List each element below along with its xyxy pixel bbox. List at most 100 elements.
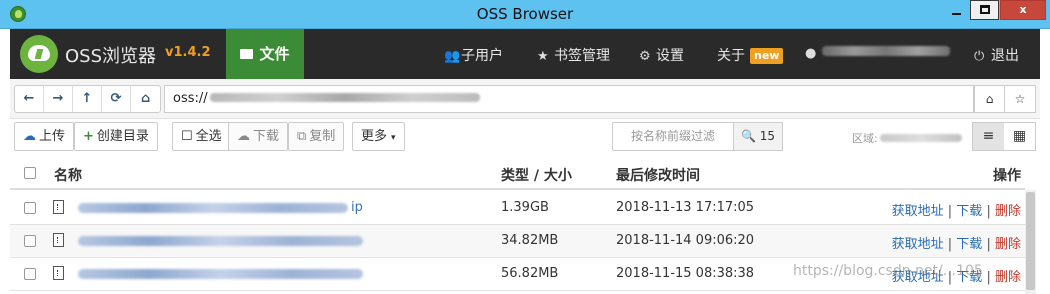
close-icon: x	[1019, 3, 1027, 16]
back-button[interactable]: ←	[15, 86, 44, 112]
table-header: 名称 类型 / 大小 最后修改时间 操作	[10, 155, 1025, 190]
maximize-icon	[980, 5, 990, 14]
search-icon: 🔍	[740, 129, 756, 143]
file-size: 1.39GB	[501, 200, 549, 215]
file-size: 56.82MB	[501, 266, 559, 281]
get-url-link[interactable]: 获取地址	[892, 237, 944, 252]
header-name: 名称	[54, 168, 82, 184]
delete-link[interactable]: 删除	[995, 270, 1021, 285]
download-link[interactable]: 下载	[956, 204, 982, 219]
delete-link[interactable]: 删除	[995, 237, 1021, 252]
list-view-button[interactable]: ≡	[973, 123, 1004, 150]
grid-icon: ▦	[1012, 128, 1027, 144]
separator: |	[986, 237, 991, 252]
get-url-link[interactable]: 获取地址	[892, 204, 944, 219]
grid-view-button[interactable]: ▦	[1004, 123, 1035, 150]
select-all-checkbox[interactable]	[24, 167, 36, 179]
file-name-redacted[interactable]	[78, 203, 348, 213]
nav-settings-label: 设置	[656, 48, 684, 64]
delete-link[interactable]: 删除	[995, 204, 1021, 219]
select-all-button[interactable]: ☐ 全选	[172, 122, 231, 151]
power-icon: ⏻	[974, 49, 985, 64]
refresh-button[interactable]: ⟳	[102, 86, 131, 112]
minimize-button[interactable]	[943, 0, 967, 20]
refresh-icon: ⟳	[110, 91, 122, 106]
cloud-upload-icon: ☁	[23, 129, 36, 144]
table-row[interactable]: 34.82MB 2018-11-14 09:06:20 获取地址 | 下载 | …	[10, 225, 1025, 258]
arrow-up-icon: ↑	[81, 91, 93, 106]
more-dropdown[interactable]: 更多 ▾	[352, 122, 405, 151]
arrow-left-icon: ←	[23, 91, 35, 106]
address-bar: ← → ↑ ⟳ ⌂ oss:// ⌂ ☆	[10, 79, 1040, 119]
copy-button[interactable]: ⧉ 复制	[288, 122, 345, 151]
file-modified: 2018-11-13 17:17:05	[616, 200, 755, 215]
select-all-label: 全选	[195, 129, 222, 144]
home-button[interactable]: ⌂	[131, 86, 160, 112]
row-ops: 获取地址 | 下载 | 删除	[892, 200, 1021, 219]
minimize-icon	[952, 13, 961, 15]
arrow-right-icon: →	[52, 91, 64, 106]
plus-icon: +	[83, 129, 94, 144]
nav-settings[interactable]: ⚙ 设置	[639, 45, 684, 65]
home-icon: ⌂	[140, 91, 151, 106]
upload-label: 上传	[39, 129, 66, 144]
nav-subusers[interactable]: 👥子用户	[444, 45, 503, 65]
file-icon	[53, 233, 64, 247]
bookmark-button[interactable]: ☆	[1005, 86, 1035, 112]
table-row[interactable]: ip 1.39GB 2018-11-13 17:17:05 获取地址 | 下载 …	[10, 192, 1025, 225]
nav-logout-label: 退出	[991, 48, 1019, 64]
version-label: v1.4.2	[165, 45, 211, 60]
row-checkbox[interactable]	[24, 235, 36, 247]
upload-button[interactable]: ☁ 上传	[14, 122, 75, 151]
row-checkbox[interactable]	[24, 268, 36, 280]
users-icon: 👥	[444, 49, 461, 64]
prefix-filter-input[interactable]: 按名称前缀过滤	[612, 122, 734, 151]
file-name-redacted[interactable]	[78, 236, 363, 246]
nav-bookmarks[interactable]: ★ 书签管理	[537, 45, 610, 65]
header-ops: 操作	[993, 168, 1021, 184]
filter-search-button[interactable]: 🔍 15	[733, 122, 783, 151]
get-url-link[interactable]: 获取地址	[892, 270, 944, 285]
up-button[interactable]: ↑	[73, 86, 102, 112]
forward-button[interactable]: →	[44, 86, 73, 112]
separator: |	[986, 270, 991, 285]
path-redacted	[209, 93, 480, 102]
file-icon	[53, 266, 64, 280]
set-home-button[interactable]: ⌂	[975, 86, 1005, 112]
vertical-scrollbar[interactable]	[1025, 190, 1036, 294]
view-toggle: ≡ ▦	[972, 122, 1036, 151]
copy-icon: ⧉	[297, 129, 307, 144]
separator: |	[947, 237, 953, 252]
username-redacted	[822, 46, 950, 56]
download-link[interactable]: 下载	[956, 270, 982, 285]
file-name-redacted[interactable]	[78, 269, 363, 279]
nav-bookmarks-label: 书签管理	[554, 48, 610, 64]
tab-files[interactable]: 文件	[226, 29, 304, 79]
file-name-ext[interactable]: ip	[351, 200, 363, 215]
nav-about[interactable]: 关于 new	[717, 45, 784, 65]
row-checkbox[interactable]	[24, 202, 36, 214]
gear-icon: ⚙	[639, 49, 651, 64]
create-dir-label: 创建目录	[96, 129, 149, 144]
file-table: 名称 类型 / 大小 最后修改时间 操作 ip 1.39GB 2018-11-1…	[10, 155, 1040, 294]
tab-files-label: 文件	[259, 45, 290, 63]
nav-about-label: 关于	[717, 48, 745, 64]
close-button[interactable]: x	[1000, 0, 1046, 20]
window-titlebar: OSS Browser x	[0, 0, 1050, 29]
table-row[interactable]: 56.82MB 2018-11-15 08:38:38 获取地址 | 下载 | …	[10, 258, 1025, 291]
nav-logout[interactable]: ⏻ 退出	[974, 45, 1019, 65]
address-actions: ⌂ ☆	[974, 85, 1036, 113]
region-info: 区域:	[852, 130, 962, 146]
maximize-button[interactable]	[970, 0, 999, 20]
create-dir-button[interactable]: + 创建目录	[74, 122, 158, 151]
star-outline-icon: ☆	[1014, 92, 1026, 106]
brand-name: OSS浏览器	[65, 46, 157, 67]
download-button[interactable]: ☁ 下载	[228, 122, 289, 151]
separator: |	[986, 204, 991, 219]
file-icon	[53, 200, 64, 214]
nav-user[interactable]: ●	[805, 45, 950, 61]
download-link[interactable]: 下载	[956, 237, 982, 252]
path-input[interactable]: oss://	[164, 85, 974, 113]
download-label: 下载	[253, 129, 280, 144]
cloud-download-icon: ☁	[237, 129, 250, 144]
